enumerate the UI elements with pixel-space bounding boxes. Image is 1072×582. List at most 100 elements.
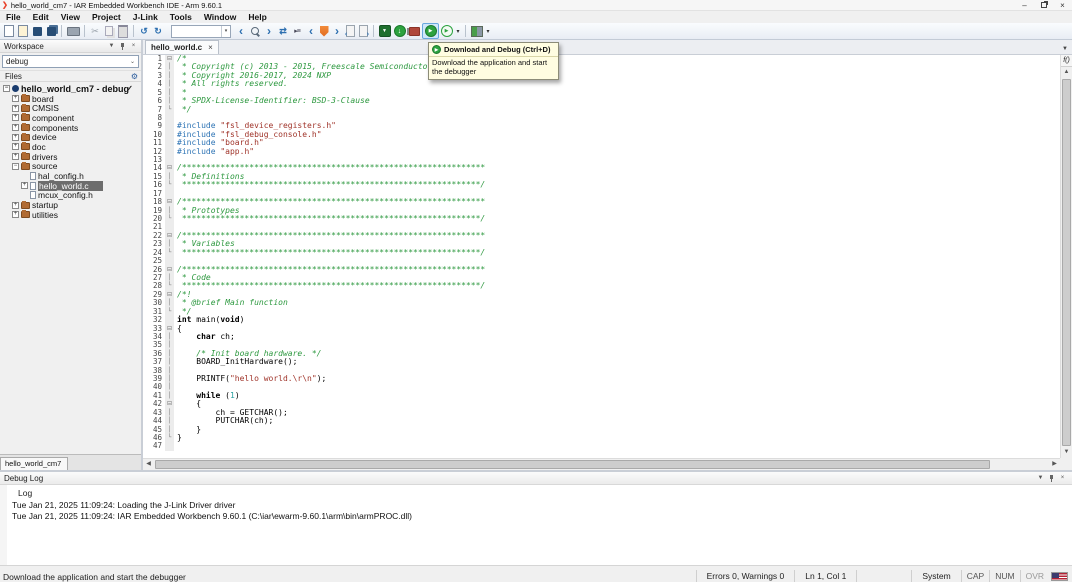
tree-item-board[interactable]: +board [0,94,141,104]
undo-icon[interactable]: ↺ [137,24,151,39]
search-icon[interactable] [248,24,262,39]
copy-icon[interactable] [102,24,116,39]
config-selector[interactable]: debug ⌄ [2,55,139,68]
tree-item-hal-config-h[interactable]: hal_config.h [0,171,141,181]
search-combo[interactable]: ▾ [171,25,231,38]
vertical-scroll-thumb[interactable] [1062,79,1071,446]
expand-toggle-icon[interactable]: + [12,95,19,102]
expand-toggle-icon[interactable]: + [12,202,19,209]
tab-list-dropdown-icon[interactable]: ▼ [1062,46,1072,54]
vertical-scrollbar[interactable]: f() ▲ ▼ [1060,55,1072,458]
gear-icon[interactable]: ⚙ [131,72,138,81]
next-bookmark-icon[interactable]: › [330,24,344,39]
download-icon[interactable] [392,24,407,39]
pin-icon[interactable] [1046,474,1057,483]
tree-item-label: hal_config.h [38,171,84,181]
tab-close-icon[interactable]: × [208,43,213,52]
tree-item-hello-world-cm7-debug[interactable]: −hello_world_cm7 - debug✓ [0,84,141,94]
debug-dropdown-icon[interactable]: ▾ [454,24,462,39]
expand-toggle-icon[interactable]: + [12,153,19,160]
menu-project[interactable]: Project [86,11,127,23]
tree-item-drivers[interactable]: +drivers [0,152,141,162]
panel-menu-icon[interactable]: ▼ [1035,475,1046,481]
tree-item-device[interactable]: +device [0,132,141,142]
expand-toggle-icon[interactable]: + [12,124,19,131]
fold-toggle-icon[interactable]: ⊟ [165,291,174,299]
tree-item-startup[interactable]: +startup [0,200,141,210]
menu-edit[interactable]: Edit [27,11,55,23]
horizontal-scrollbar[interactable]: ◀ ▶ [143,458,1060,470]
toggle-bookmark-icon[interactable]: ▸≡ [290,24,304,39]
attach-debugger-icon[interactable] [407,24,422,39]
expand-toggle-icon[interactable]: − [3,85,10,92]
expand-toggle-icon[interactable]: + [21,182,28,189]
expand-toggle-icon[interactable]: + [12,211,19,218]
panel-close-icon[interactable]: × [1057,475,1068,481]
scroll-right-icon[interactable]: ▶ [1049,459,1060,470]
menu-window[interactable]: Window [198,11,243,23]
open-document-icon[interactable] [16,24,30,39]
expand-toggle-icon[interactable]: + [12,105,19,112]
fold-toggle-icon[interactable]: ⊟ [165,164,174,172]
expand-toggle-icon[interactable]: − [12,163,19,170]
new-document-icon[interactable] [2,24,16,39]
close-button[interactable]: × [1053,0,1072,11]
expand-toggle-icon[interactable]: + [12,134,19,141]
make-icon[interactable] [377,24,392,39]
redo-icon[interactable]: ↻ [151,24,165,39]
panel-close-icon[interactable]: × [128,43,139,49]
panel-menu-icon[interactable]: ▼ [106,43,117,49]
paste-icon[interactable] [116,24,130,39]
tree-item-cmsis[interactable]: +CMSIS [0,103,141,113]
save-icon[interactable] [30,24,44,39]
language-flag-icon[interactable] [1051,572,1068,581]
save-all-icon[interactable] [44,24,58,39]
fold-toggle-icon[interactable]: ⊟ [165,400,174,408]
chevron-down-icon[interactable]: ▾ [221,26,230,37]
tree-item-mcux-config-h[interactable]: mcux_config.h [0,191,141,201]
tree-item-hello-world-c[interactable]: +hello_world.c [0,181,141,191]
tree-item-doc[interactable]: +doc [0,142,141,152]
fold-toggle-icon[interactable]: ⊟ [165,325,174,333]
horizontal-scroll-thumb[interactable] [155,460,990,469]
nav-forward-icon[interactable]: › [262,24,276,39]
menu-view[interactable]: View [55,11,86,23]
cut-icon[interactable]: ✂ [88,24,102,39]
board-dropdown-icon[interactable]: ▾ [484,24,492,39]
shield-icon[interactable] [318,24,330,39]
expand-toggle-icon[interactable]: + [12,114,19,121]
editor-tab[interactable]: hello_world.c × [145,40,219,54]
minimize-button[interactable]: – [1015,0,1034,11]
next-document-icon[interactable] [357,24,370,39]
debug-log-header: Debug Log ▼ × [0,472,1072,485]
menu-j-link[interactable]: J-Link [127,11,164,23]
prev-bookmark-icon[interactable]: ‹ [304,24,318,39]
tree-item-component[interactable]: +component [0,113,141,123]
maximize-button[interactable] [1034,0,1053,11]
download-and-debug-icon[interactable] [422,23,439,39]
scroll-down-icon[interactable]: ▼ [1061,447,1072,458]
code-editor[interactable]: 1⊟/*2│ * Copyright (c) 2013 - 2015, Free… [143,55,1060,458]
workspace-tab[interactable]: hello_world_cm7 [0,457,68,470]
tree-item-source[interactable]: −source [0,162,141,172]
debug-without-downloading-icon[interactable] [439,24,454,39]
tree-item-utilities[interactable]: +utilities [0,210,141,220]
expand-toggle-icon[interactable]: + [12,143,19,150]
tree-item-components[interactable]: + components [0,123,141,133]
board-config-icon[interactable] [469,24,484,39]
menu-file[interactable]: File [0,11,27,23]
nav-back-icon[interactable]: ‹ [234,24,248,39]
fold-toggle-icon[interactable]: ⊟ [165,198,174,206]
menu-tools[interactable]: Tools [164,11,198,23]
fold-toggle-icon[interactable]: ⊟ [165,266,174,274]
tree-item-label: components [32,123,78,133]
function-list-button[interactable]: f() [1061,55,1072,67]
goto-reference-icon[interactable]: ⇄ [276,24,290,39]
menu-help[interactable]: Help [242,11,272,23]
pin-icon[interactable] [117,42,128,51]
scroll-up-icon[interactable]: ▲ [1061,67,1072,78]
print-icon[interactable] [65,24,81,39]
code-text: char ch; [174,333,235,341]
prev-document-icon[interactable] [344,24,357,39]
scroll-left-icon[interactable]: ◀ [143,459,154,470]
